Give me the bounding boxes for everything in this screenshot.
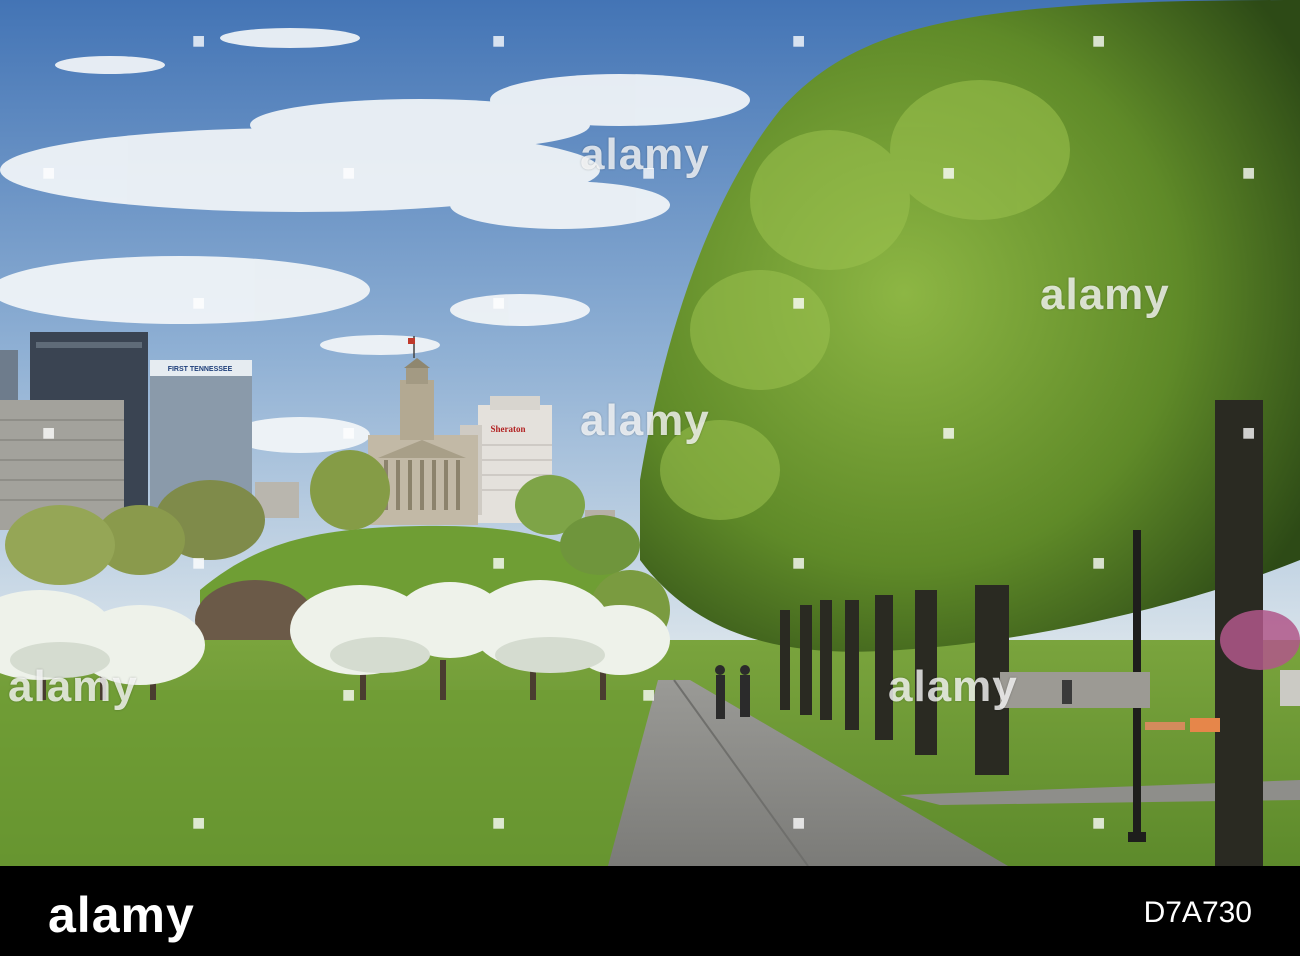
alamy-logo: alamy [48,887,195,943]
watermark-dot-icon: ■ [1092,810,1106,835]
image-id: D7A730 [1143,896,1252,929]
watermark-dot-icon: ■ [192,28,206,53]
watermark-dot-icon: ■ [1092,28,1106,53]
watermark-dot-icon: ■ [942,420,956,445]
watermark-dot-icon: ■ [942,160,956,185]
hotel-sign: Sheraton [490,424,525,434]
stock-photo-frame: FIRST TENNESSEE Sheraton alamy alamy ala… [0,0,1300,956]
watermark-dot-icon: ■ [492,290,506,315]
watermark-dot-icon: ■ [492,28,506,53]
memorial-wall [1000,672,1150,708]
watermark-dot-icon: ■ [792,810,806,835]
watermark-dot-icon: ■ [42,420,56,445]
watermark-dot-icon: ■ [192,550,206,575]
watermark-dot-icon: ■ [342,160,356,185]
watermark-dot-icon: ■ [792,28,806,53]
first-tennessee-sign: FIRST TENNESSEE [168,366,233,373]
watermark-dot-icon: ■ [642,160,656,185]
watermark-dot-icon: ■ [42,160,56,185]
watermark-center: alamy [580,396,710,445]
watermark-dot-icon: ■ [1092,550,1106,575]
watermark-dot-icon: ■ [342,682,356,707]
watermark-dot-icon: ■ [1242,420,1256,445]
watermark-right-middle: alamy [1040,270,1170,319]
watermark-dot-icon: ■ [492,550,506,575]
watermark-dot-icon: ■ [342,420,356,445]
watermark-left: alamy [8,662,138,711]
watermark-dot-icon: ■ [792,290,806,315]
watermark-right-low: alamy [888,662,1018,711]
watermark-dot-icon: ■ [642,682,656,707]
watermark-dot-icon: ■ [792,550,806,575]
watermark-dot-icon: ■ [192,810,206,835]
footer-bar: alamy D7A730 [0,866,1300,956]
watermark-dot-icon: ■ [192,290,206,315]
watermark-dot-icon: ■ [492,810,506,835]
watermark-dot-icon: ■ [1242,160,1256,185]
